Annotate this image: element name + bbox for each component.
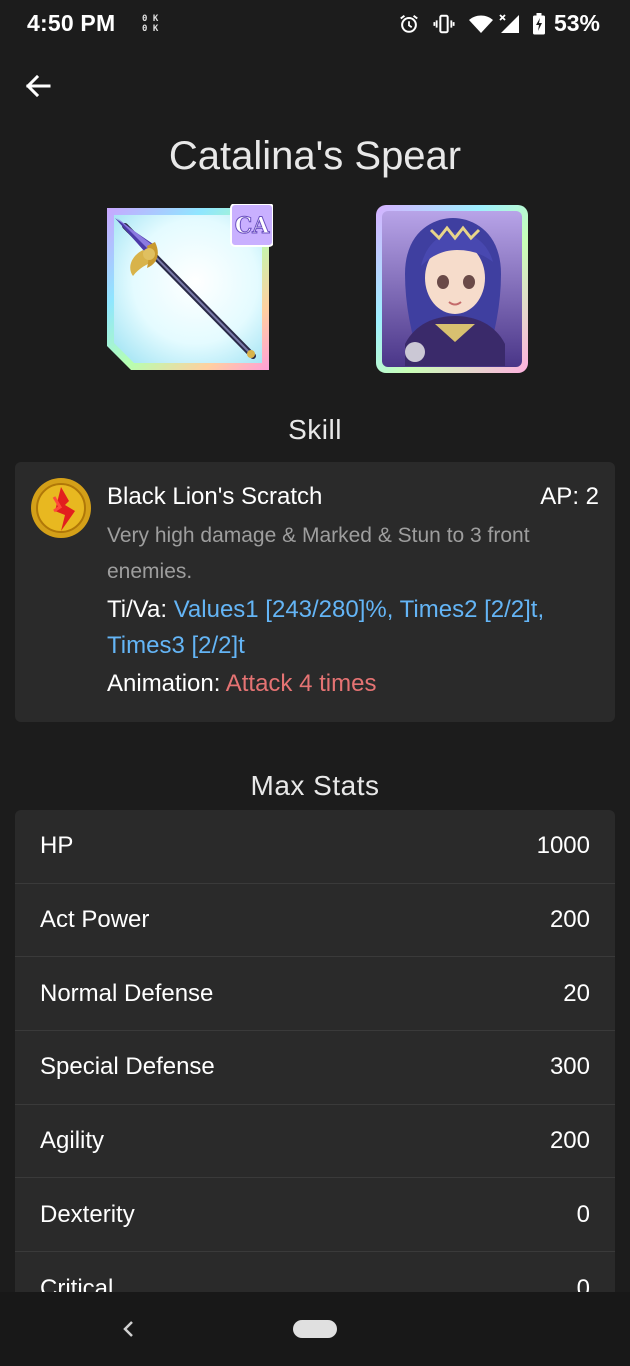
stat-label: Special Defense (40, 1053, 215, 1081)
battery-percent: 53% (553, 10, 600, 36)
battery-charging-icon (532, 12, 545, 34)
stat-row-dexterity: Dexterity 0 (15, 1178, 615, 1253)
arrow-left-icon (25, 74, 51, 98)
alarm-icon (400, 14, 418, 33)
stat-label: Act Power (40, 906, 150, 934)
status-icons: 53% (398, 10, 600, 37)
weapon-image: CA (103, 203, 274, 374)
data-speed-icon: 0 K 0 K (142, 14, 159, 34)
stat-value: 0 (576, 1274, 590, 1292)
stat-row-act-power: Act Power 200 (15, 884, 615, 958)
skill-animation: Animation: Attack 4 times (107, 670, 376, 698)
skill-card: Black Lion's Scratch AP: 2 Very high dam… (15, 462, 615, 722)
home-pill-icon[interactable] (293, 1320, 337, 1338)
stat-value: 300 (549, 1053, 590, 1081)
skill-animation-label: Animation: (107, 670, 226, 697)
stat-label: HP (40, 832, 74, 860)
skill-tiva-label: Ti/Va: (107, 596, 174, 623)
signal-icon (499, 13, 519, 33)
character-portrait (375, 204, 529, 374)
stat-row-agility: Agility 200 (15, 1105, 615, 1179)
stat-value: 1000 (536, 832, 590, 860)
wifi-icon (468, 15, 493, 33)
status-time: 4:50 PM (27, 10, 116, 36)
skill-tiva: Ti/Va: Values1 [243/280]%, Times2 [2/2]t… (107, 592, 607, 664)
app-screen: 4:50 PM 0 K 0 K 53% Catalina's Spear CA … (0, 0, 630, 1366)
chevron-left-icon (123, 1321, 133, 1337)
page-title: Catalina's Spear (168, 134, 462, 178)
skill-ap-cost: AP: 2 (540, 483, 599, 510)
skill-description: Very high damage & Marked & Stun to 3 fr… (107, 524, 530, 583)
back-button[interactable] (22, 70, 54, 102)
nav-back-button[interactable] (119, 1315, 139, 1343)
stat-value: 200 (549, 1127, 590, 1155)
weapon-type-badge: CA (235, 213, 271, 239)
stats-table: HP 1000 Act Power 200 Normal Defense 20 … (15, 810, 615, 1292)
stats-section-title: Max Stats (250, 770, 380, 801)
stat-label: Critical (40, 1274, 114, 1292)
stat-value: 20 (563, 979, 590, 1007)
stat-label: Normal Defense (40, 979, 214, 1007)
stat-row-hp: HP 1000 (15, 810, 615, 884)
stat-row-critical: Critical 0 (15, 1252, 615, 1292)
vibrate-icon (433, 14, 455, 33)
stat-row-normal-defense: Normal Defense 20 (15, 957, 615, 1032)
status-bar: 4:50 PM 0 K 0 K 53% (0, 0, 630, 50)
stat-label: Dexterity (40, 1200, 135, 1228)
skill-section-title: Skill (288, 414, 342, 445)
stat-row-special-defense: Special Defense 300 (15, 1031, 615, 1105)
stat-value: 200 (549, 906, 590, 934)
skill-element-icon (30, 477, 92, 539)
skill-animation-value: Attack 4 times (225, 670, 377, 697)
stat-label: Agility (40, 1127, 105, 1155)
stat-value: 0 (576, 1200, 590, 1228)
skill-name: Black Lion's Scratch (107, 483, 323, 510)
